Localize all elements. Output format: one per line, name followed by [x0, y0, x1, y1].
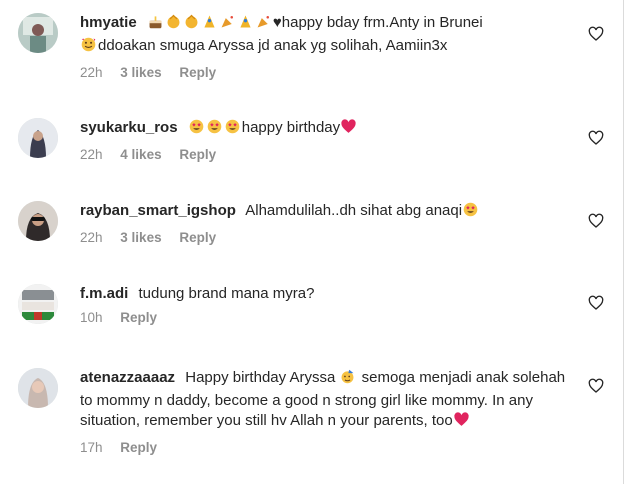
avatar[interactable] — [18, 284, 58, 324]
heart-eyes-emoji — [206, 118, 223, 141]
heart-outline-icon[interactable] — [588, 213, 604, 229]
avatar[interactable] — [18, 201, 58, 241]
heart-eyes-emoji — [224, 118, 241, 141]
timestamp: 17h — [80, 440, 103, 455]
birthday-cake-emoji — [147, 13, 164, 36]
timestamp: 22h — [80, 230, 103, 245]
username-link[interactable]: syukarku_ros — [80, 119, 178, 136]
comment-text: hmyatie ♥happy bday frm.Anty in Brunei d… — [80, 13, 580, 59]
avatar[interactable] — [18, 368, 58, 408]
timestamp: 22h — [80, 65, 103, 80]
heart-eyes-emoji — [462, 201, 479, 224]
heart-outline-icon[interactable] — [588, 378, 604, 394]
reply-button[interactable]: Reply — [120, 310, 157, 325]
party-popper-emoji — [255, 13, 272, 36]
comment-meta: 17h Reply — [80, 440, 580, 455]
comment-text: rayban_smart_igshop Alhamdulilah..dh sih… — [80, 201, 580, 224]
username-link[interactable]: hmyatie — [80, 14, 137, 31]
reply-button[interactable]: Reply — [179, 65, 216, 80]
heart-eyes-emoji — [188, 118, 205, 141]
party-popper-emoji — [237, 13, 254, 36]
comment-text: syukarku_ros happy birthday — [80, 118, 580, 141]
comment-text: f.m.adi tudung brand mana myra? — [80, 285, 315, 302]
username-link[interactable]: f.m.adi — [80, 285, 128, 302]
comment-meta: 10h Reply — [80, 310, 580, 325]
likes-count[interactable]: 3 likes — [120, 230, 161, 245]
avatar[interactable] — [18, 13, 58, 53]
comment-meta: 22h 4 likes Reply — [80, 147, 580, 162]
partying-face-emoji — [339, 368, 356, 391]
clapping-hands-emoji — [165, 13, 182, 36]
heart-outline-icon[interactable] — [588, 26, 604, 42]
reply-button[interactable]: Reply — [120, 440, 157, 455]
smiling-hearts-emoji — [80, 36, 97, 59]
username-link[interactable]: atenazzaaaaz — [80, 369, 175, 386]
likes-count[interactable]: 3 likes — [120, 65, 161, 80]
reply-button[interactable]: Reply — [179, 147, 216, 162]
heart-outline-icon[interactable] — [588, 130, 604, 146]
reply-button[interactable]: Reply — [179, 230, 216, 245]
comment-meta: 22h 3 likes Reply — [80, 230, 580, 245]
heart-outline-icon[interactable] — [588, 295, 604, 311]
red-heart-emoji — [340, 118, 357, 141]
timestamp: 22h — [80, 147, 103, 162]
likes-count[interactable]: 4 likes — [120, 147, 161, 162]
comment-text: atenazzaaaaz Happy birthday Aryssa semog… — [80, 368, 580, 434]
clapping-hands-emoji — [183, 13, 200, 36]
party-popper-emoji — [201, 13, 218, 36]
party-popper-emoji — [219, 13, 236, 36]
avatar[interactable] — [18, 118, 58, 158]
comment-meta: 22h 3 likes Reply — [80, 65, 580, 80]
red-heart-emoji — [453, 411, 470, 434]
timestamp: 10h — [80, 310, 103, 325]
username-link[interactable]: rayban_smart_igshop — [80, 202, 236, 219]
